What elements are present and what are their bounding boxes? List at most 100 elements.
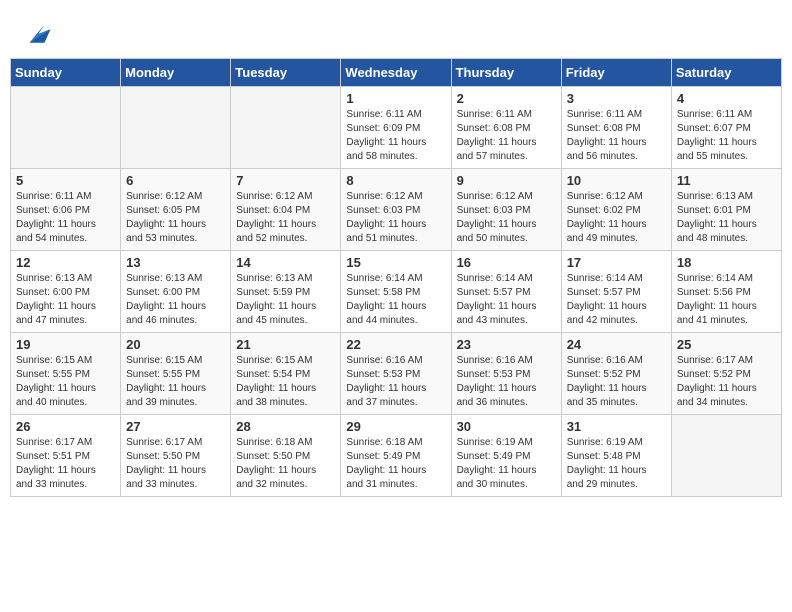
day-info: Sunrise: 6:16 AM Sunset: 5:53 PM Dayligh… (346, 354, 445, 410)
day-number: 22 (346, 337, 445, 352)
day-number: 1 (346, 91, 445, 106)
calendar-cell: 7Sunrise: 6:12 AM Sunset: 6:04 PM Daylig… (231, 169, 341, 251)
calendar-cell: 14 Sunrise: 6:13 AM Sunset: 5:59 PM Dayli… (231, 251, 341, 333)
calendar-cell: 8 Sunrise: 6:12 AM Sunset: 6:03 PM Daylig… (341, 169, 451, 251)
day-number: 5 (16, 173, 115, 188)
day-number: 19 (16, 337, 115, 352)
day-info: Sunrise: 6:13 AM Sunset: 6:00 PM Dayligh… (126, 272, 225, 328)
calendar-cell (11, 87, 121, 169)
day-number: 23 (457, 337, 556, 352)
calendar-cell: 9Sunrise: 6:12 AM Sunset: 6:03 PM Daylig… (451, 169, 561, 251)
day-number: 20 (126, 337, 225, 352)
calendar-week-row: 26Sunrise: 6:17 AM Sunset: 5:51 PM Dayli… (11, 415, 782, 497)
day-info: Sunrise: 6:17 AM Sunset: 5:51 PM Dayligh… (16, 436, 115, 492)
weekday-header-row: SundayMondayTuesdayWednesdayThursdayFrid… (11, 59, 782, 87)
calendar-cell: 22 Sunrise: 6:16 AM Sunset: 5:53 PM Dayli… (341, 333, 451, 415)
calendar-cell: 10 Sunrise: 6:12 AM Sunset: 6:02 PM Dayli… (561, 169, 671, 251)
weekday-header-monday: Monday (121, 59, 231, 87)
calendar-week-row: 12Sunrise: 6:13 AM Sunset: 6:00 PM Dayli… (11, 251, 782, 333)
calendar-cell: 24 Sunrise: 6:16 AM Sunset: 5:52 PM Dayli… (561, 333, 671, 415)
day-number: 31 (567, 419, 666, 434)
calendar-cell: 28 Sunrise: 6:18 AM Sunset: 5:50 PM Dayli… (231, 415, 341, 497)
day-info: Sunrise: 6:14 AM Sunset: 5:57 PM Dayligh… (457, 272, 556, 328)
weekday-header-thursday: Thursday (451, 59, 561, 87)
weekday-header-tuesday: Tuesday (231, 59, 341, 87)
calendar-cell: 25 Sunrise: 6:17 AM Sunset: 5:52 PM Dayli… (671, 333, 781, 415)
day-number: 11 (677, 173, 776, 188)
weekday-header-wednesday: Wednesday (341, 59, 451, 87)
day-info: Sunrise: 6:15 AM Sunset: 5:55 PM Dayligh… (16, 354, 115, 410)
day-info: Sunrise: 6:18 AM Sunset: 5:50 PM Dayligh… (236, 436, 335, 492)
day-info: Sunrise: 6:11 AM Sunset: 6:07 PM Dayligh… (677, 108, 776, 164)
day-number: 24 (567, 337, 666, 352)
calendar-cell: 12Sunrise: 6:13 AM Sunset: 6:00 PM Dayli… (11, 251, 121, 333)
calendar-cell: 20 Sunrise: 6:15 AM Sunset: 5:55 PM Dayli… (121, 333, 231, 415)
day-info: Sunrise: 6:15 AM Sunset: 5:54 PM Dayligh… (236, 354, 335, 410)
day-info: Sunrise: 6:16 AM Sunset: 5:52 PM Dayligh… (567, 354, 666, 410)
calendar-cell (231, 87, 341, 169)
calendar-cell: 5 Sunrise: 6:11 AM Sunset: 6:06 PM Daylig… (11, 169, 121, 251)
calendar-week-row: 1 Sunrise: 6:11 AM Sunset: 6:09 PM Daylig… (11, 87, 782, 169)
day-number: 25 (677, 337, 776, 352)
calendar-cell: 2Sunrise: 6:11 AM Sunset: 6:08 PM Daylig… (451, 87, 561, 169)
day-info: Sunrise: 6:11 AM Sunset: 6:08 PM Dayligh… (567, 108, 666, 164)
day-number: 8 (346, 173, 445, 188)
day-info: Sunrise: 6:12 AM Sunset: 6:05 PM Dayligh… (126, 190, 225, 246)
calendar-cell: 31 Sunrise: 6:19 AM Sunset: 5:48 PM Dayli… (561, 415, 671, 497)
day-number: 10 (567, 173, 666, 188)
day-number: 3 (567, 91, 666, 106)
day-number: 21 (236, 337, 335, 352)
day-info: Sunrise: 6:19 AM Sunset: 5:49 PM Dayligh… (457, 436, 556, 492)
calendar-cell: 16 Sunrise: 6:14 AM Sunset: 5:57 PM Dayli… (451, 251, 561, 333)
calendar-cell: 13 Sunrise: 6:13 AM Sunset: 6:00 PM Dayli… (121, 251, 231, 333)
day-number: 13 (126, 255, 225, 270)
calendar-cell: 17Sunrise: 6:14 AM Sunset: 5:57 PM Dayli… (561, 251, 671, 333)
day-info: Sunrise: 6:14 AM Sunset: 5:57 PM Dayligh… (567, 272, 666, 328)
calendar-week-row: 19 Sunrise: 6:15 AM Sunset: 5:55 PM Dayli… (11, 333, 782, 415)
calendar-week-row: 5 Sunrise: 6:11 AM Sunset: 6:06 PM Daylig… (11, 169, 782, 251)
day-info: Sunrise: 6:18 AM Sunset: 5:49 PM Dayligh… (346, 436, 445, 492)
day-info: Sunrise: 6:13 AM Sunset: 5:59 PM Dayligh… (236, 272, 335, 328)
calendar-cell: 3 Sunrise: 6:11 AM Sunset: 6:08 PM Daylig… (561, 87, 671, 169)
day-info: Sunrise: 6:17 AM Sunset: 5:50 PM Dayligh… (126, 436, 225, 492)
day-number: 15 (346, 255, 445, 270)
page-header (10, 10, 782, 52)
day-number: 14 (236, 255, 335, 270)
day-info: Sunrise: 6:15 AM Sunset: 5:55 PM Dayligh… (126, 354, 225, 410)
calendar-cell: 6 Sunrise: 6:12 AM Sunset: 6:05 PM Daylig… (121, 169, 231, 251)
day-info: Sunrise: 6:17 AM Sunset: 5:52 PM Dayligh… (677, 354, 776, 410)
calendar-cell (671, 415, 781, 497)
day-info: Sunrise: 6:12 AM Sunset: 6:03 PM Dayligh… (457, 190, 556, 246)
logo-icon (22, 18, 52, 48)
calendar-cell: 30 Sunrise: 6:19 AM Sunset: 5:49 PM Dayli… (451, 415, 561, 497)
day-info: Sunrise: 6:16 AM Sunset: 5:53 PM Dayligh… (457, 354, 556, 410)
calendar-table: SundayMondayTuesdayWednesdayThursdayFrid… (10, 58, 782, 497)
day-info: Sunrise: 6:12 AM Sunset: 6:02 PM Dayligh… (567, 190, 666, 246)
calendar-cell: 11 Sunrise: 6:13 AM Sunset: 6:01 PM Dayli… (671, 169, 781, 251)
calendar-cell (121, 87, 231, 169)
day-number: 27 (126, 419, 225, 434)
calendar-cell: 29 Sunrise: 6:18 AM Sunset: 5:49 PM Dayli… (341, 415, 451, 497)
day-number: 7 (236, 173, 335, 188)
day-number: 16 (457, 255, 556, 270)
calendar-cell: 1 Sunrise: 6:11 AM Sunset: 6:09 PM Daylig… (341, 87, 451, 169)
calendar-cell: 21 Sunrise: 6:15 AM Sunset: 5:54 PM Dayli… (231, 333, 341, 415)
calendar-cell: 4 Sunrise: 6:11 AM Sunset: 6:07 PM Daylig… (671, 87, 781, 169)
day-info: Sunrise: 6:11 AM Sunset: 6:09 PM Dayligh… (346, 108, 445, 164)
day-number: 30 (457, 419, 556, 434)
logo (20, 18, 52, 48)
day-number: 6 (126, 173, 225, 188)
calendar-cell: 23 Sunrise: 6:16 AM Sunset: 5:53 PM Dayli… (451, 333, 561, 415)
day-info: Sunrise: 6:11 AM Sunset: 6:06 PM Dayligh… (16, 190, 115, 246)
day-number: 4 (677, 91, 776, 106)
calendar-cell: 27 Sunrise: 6:17 AM Sunset: 5:50 PM Dayli… (121, 415, 231, 497)
weekday-header-saturday: Saturday (671, 59, 781, 87)
day-info: Sunrise: 6:19 AM Sunset: 5:48 PM Dayligh… (567, 436, 666, 492)
day-info: Sunrise: 6:13 AM Sunset: 6:01 PM Dayligh… (677, 190, 776, 246)
day-number: 29 (346, 419, 445, 434)
day-number: 18 (677, 255, 776, 270)
day-number: 28 (236, 419, 335, 434)
weekday-header-sunday: Sunday (11, 59, 121, 87)
weekday-header-friday: Friday (561, 59, 671, 87)
day-info: Sunrise: 6:12 AM Sunset: 6:03 PM Dayligh… (346, 190, 445, 246)
